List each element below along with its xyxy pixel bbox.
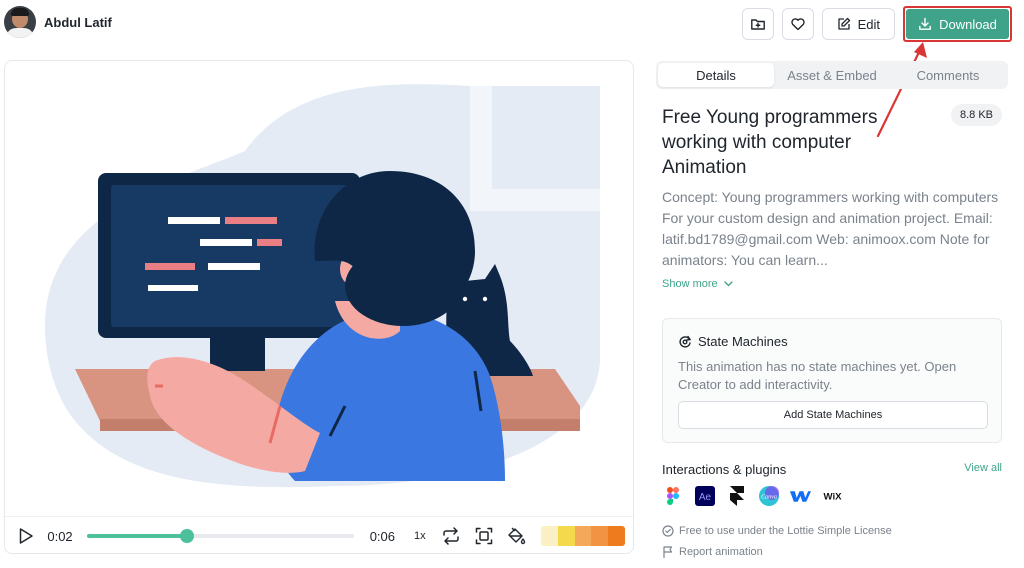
webflow-icon[interactable] xyxy=(790,485,811,506)
animation-canvas[interactable] xyxy=(5,61,634,516)
code-line xyxy=(225,217,277,224)
show-more-link[interactable]: Show more xyxy=(662,278,733,290)
after-effects-icon[interactable]: Ae xyxy=(694,485,715,506)
heart-icon xyxy=(790,18,805,31)
code-line xyxy=(200,239,252,246)
author[interactable]: Abdul Latif xyxy=(4,6,112,38)
folder-plus-icon xyxy=(750,19,765,30)
color-swatch[interactable] xyxy=(557,526,575,546)
state-machines-title: State Machines xyxy=(698,334,788,349)
file-size-badge: 8.8 KB xyxy=(951,104,1003,126)
download-button[interactable]: Download xyxy=(906,9,1009,39)
speed-button[interactable]: 1x xyxy=(410,530,431,542)
background-color-button[interactable] xyxy=(505,524,527,548)
frame-icon xyxy=(475,527,492,545)
check-circle-icon xyxy=(662,525,674,537)
figma-icon[interactable] xyxy=(662,485,683,506)
flag-icon xyxy=(663,546,673,558)
state-machines-text: This animation has no state machines yet… xyxy=(678,359,957,392)
play-icon xyxy=(19,528,33,544)
show-more-label: Show more xyxy=(662,278,718,290)
animation-title: Free Young programmers working with comp… xyxy=(662,107,878,178)
color-swatch[interactable] xyxy=(608,526,625,546)
detail-tabs: Details Asset & Embed Comments xyxy=(656,61,1008,89)
state-machine-icon xyxy=(679,335,692,348)
fullscreen-button[interactable] xyxy=(472,524,494,548)
tab-details[interactable]: Details xyxy=(658,63,774,87)
like-button[interactable] xyxy=(781,8,814,40)
chevron-down-icon xyxy=(723,281,733,287)
save-to-folder-button[interactable] xyxy=(741,8,774,40)
play-button[interactable] xyxy=(15,524,37,548)
license-text[interactable]: Free to use under the Lottie Simple Lice… xyxy=(679,525,892,537)
framer-icon[interactable] xyxy=(726,485,747,506)
code-line xyxy=(208,263,260,270)
canva-icon[interactable]: Canva xyxy=(758,485,779,506)
loop-icon xyxy=(443,527,459,545)
svg-text:WiX: WiX xyxy=(823,491,842,502)
add-state-machines-button[interactable]: Add State Machines xyxy=(678,401,988,429)
code-line xyxy=(148,285,198,291)
avatar[interactable] xyxy=(4,6,36,38)
tab-comments[interactable]: Comments xyxy=(890,63,1006,87)
current-time: 0:02 xyxy=(47,528,73,544)
animation-player[interactable]: 0:02 0:06 1x xyxy=(4,60,634,554)
report-label: Report animation xyxy=(679,546,763,558)
total-time: 0:06 xyxy=(369,528,396,544)
license-info: Free to use under the Lottie Simple Lice… xyxy=(662,525,892,537)
progress-fill xyxy=(87,534,188,538)
edit-icon xyxy=(837,17,850,30)
code-line xyxy=(145,263,195,270)
color-palette[interactable] xyxy=(541,526,625,546)
view-all-link[interactable]: View all xyxy=(964,462,1002,474)
color-swatch[interactable] xyxy=(591,526,609,546)
wix-icon[interactable]: WiX xyxy=(822,485,843,506)
state-machines-card: State Machines This animation has no sta… xyxy=(662,318,1002,443)
svg-text:Ae: Ae xyxy=(698,492,711,503)
report-animation-link[interactable]: Report animation xyxy=(662,546,763,558)
tab-asset-embed[interactable]: Asset & Embed xyxy=(774,63,890,87)
progress-bar[interactable] xyxy=(87,529,354,543)
edit-label: Edit xyxy=(857,16,880,32)
interactions-heading: Interactions & plugins xyxy=(662,462,787,477)
state-machines-header: State Machines xyxy=(678,334,788,349)
code-line xyxy=(257,239,282,246)
color-swatch[interactable] xyxy=(574,526,592,546)
code-line xyxy=(168,217,220,224)
player-controls: 0:02 0:06 1x xyxy=(5,516,633,553)
progress-handle[interactable] xyxy=(180,529,195,543)
loop-button[interactable] xyxy=(440,524,462,548)
download-label: Download xyxy=(939,16,997,32)
download-icon xyxy=(919,17,931,30)
author-name[interactable]: Abdul Latif xyxy=(44,15,112,30)
description: Concept: Young programmers working with … xyxy=(662,189,999,268)
svg-text:Canva: Canva xyxy=(761,494,777,500)
plugin-list: Ae Canva WiX xyxy=(662,485,843,506)
color-swatch[interactable] xyxy=(541,526,558,546)
paint-bucket-icon xyxy=(508,527,526,545)
